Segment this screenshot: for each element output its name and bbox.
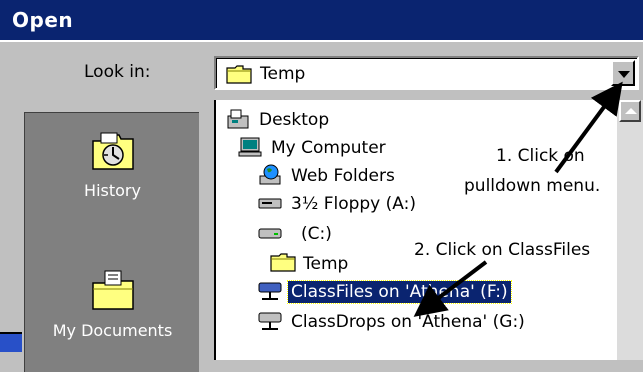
annotation-arrows bbox=[413, 81, 623, 317]
arrow-to-classfiles bbox=[413, 260, 488, 317]
arrow-to-dropdown bbox=[554, 81, 623, 174]
